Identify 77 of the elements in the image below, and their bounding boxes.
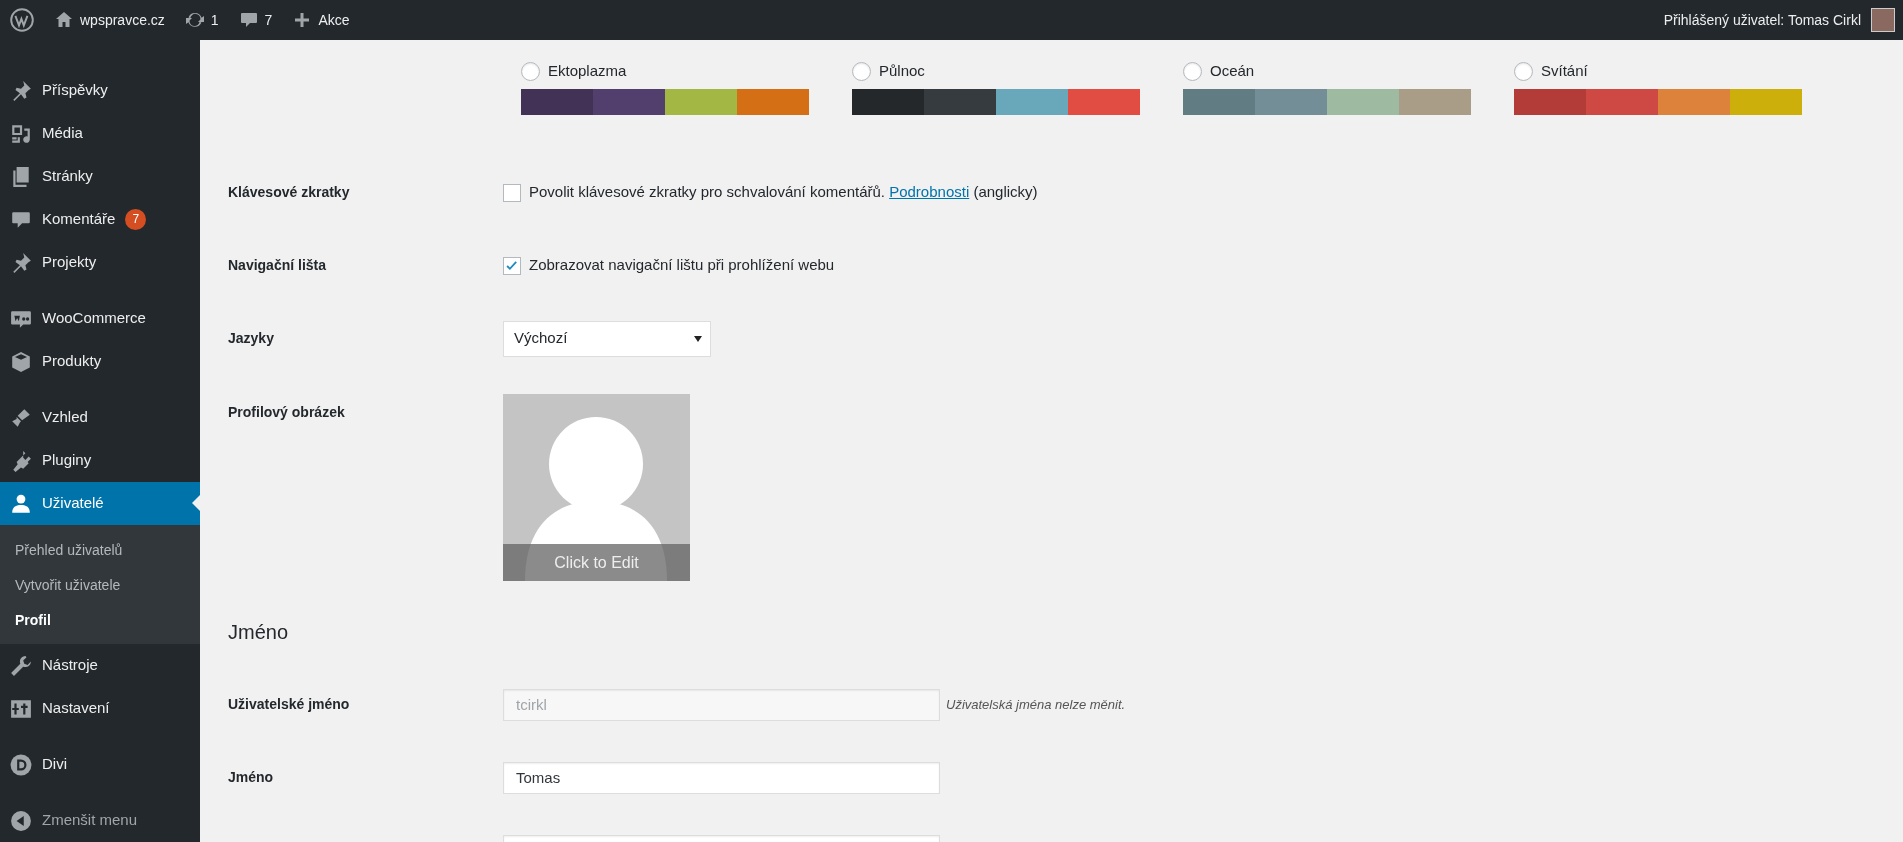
section-heading: Jméno — [228, 619, 289, 644]
sidebar-item[interactable]: Uživatelé — [0, 482, 200, 525]
color-swatch[interactable] — [1399, 88, 1471, 115]
scheme-name: Ektoplazma — [548, 61, 627, 81]
site-link[interactable]: wpspravce.cz — [44, 0, 175, 40]
field-label: Jméno — [228, 768, 275, 787]
language-select[interactable]: Výchozí — [503, 320, 711, 357]
color-swatch[interactable] — [1327, 88, 1399, 115]
sidebar-item[interactable]: Projekty — [0, 241, 200, 284]
color-swatch[interactable] — [1068, 88, 1140, 115]
sidebar-item[interactable]: Příspěvky — [0, 69, 200, 112]
radio-button[interactable] — [1514, 61, 1533, 81]
sidebar-item[interactable]: Produkty — [0, 340, 200, 383]
color-swatch[interactable] — [1183, 88, 1255, 115]
wordpress-logo-icon[interactable] — [10, 8, 34, 32]
color-swatch[interactable] — [1586, 88, 1658, 115]
d-logo-icon — [10, 753, 32, 776]
radio-button[interactable] — [852, 61, 871, 81]
color-swatch[interactable] — [1730, 88, 1802, 115]
color-swatch[interactable] — [1514, 88, 1586, 115]
color-swatch[interactable] — [521, 88, 593, 115]
sliders-icon — [10, 697, 32, 720]
color-swatch[interactable] — [924, 88, 996, 115]
checkbox[interactable] — [503, 183, 521, 202]
comment-icon — [238, 10, 259, 30]
submenu-item[interactable]: Vytvořit uživatele — [0, 568, 200, 603]
field-label: Uživatelské jméno — [228, 695, 351, 714]
submenu-item[interactable]: Přehled uživatelů — [0, 533, 200, 568]
field-label: Klávesové zkratky — [228, 183, 351, 202]
submenu-item[interactable]: Profil — [0, 603, 200, 638]
field-note: Uživatelská jména nelze měnit. — [946, 695, 1126, 714]
count-badge: 7 — [125, 209, 147, 230]
scheme-name: Svítání — [1541, 61, 1588, 81]
box-icon — [10, 350, 32, 373]
color-swatch[interactable] — [1255, 88, 1327, 115]
radio-button[interactable] — [521, 61, 540, 81]
sidebar-item[interactable]: WooCommerce — [0, 297, 200, 340]
sidebar-item[interactable]: Pluginy — [0, 439, 200, 482]
text-field[interactable]: Tomas — [503, 761, 940, 794]
sidebar-item[interactable]: Vzhled — [0, 396, 200, 439]
media-icon — [10, 122, 32, 145]
field-label: Jazyky — [228, 329, 275, 348]
updates-link[interactable]: 1 — [174, 0, 229, 40]
checkbox-label: Povolit klávesové zkratky pro schvalování komentářů. Podrobnosti (anglicky) — [529, 182, 1038, 203]
user-icon — [10, 492, 32, 515]
sidebar-item[interactable]: Média — [0, 112, 200, 155]
user-photo-placeholder — [1871, 8, 1895, 32]
refresh-icon — [184, 10, 205, 30]
sidebar-item[interactable]: Nastavení — [0, 687, 200, 730]
color-swatch[interactable] — [996, 88, 1068, 115]
sidebar-item[interactable]: Stránky — [0, 155, 200, 198]
color-swatch[interactable] — [1658, 88, 1730, 115]
brush-icon — [10, 406, 32, 429]
checkbox-label: Zobrazovat navigační lištu při prohlížení webu — [529, 255, 835, 276]
collapse-menu-button[interactable]: Zmenšit menu — [0, 799, 200, 842]
color-swatch[interactable] — [593, 88, 665, 115]
scheme-name: Půlnoc — [879, 61, 925, 81]
sidebar-item[interactable]: Nástroje — [0, 644, 200, 687]
scheme-name: Oceán — [1210, 61, 1255, 81]
sidebar-item[interactable]: Komentáře 7 — [0, 198, 200, 241]
comments-link[interactable]: 7 — [228, 0, 283, 40]
account-link[interactable]: Přihlášený uživatel: Tomas Cirkl — [1653, 0, 1903, 40]
color-swatch[interactable] — [665, 88, 737, 115]
wrench-icon — [10, 654, 32, 677]
color-swatch[interactable] — [737, 88, 809, 115]
caret-icon — [694, 335, 702, 342]
field-label: Profilový obrázek — [228, 402, 346, 422]
new-content-link[interactable]: Akce — [282, 0, 360, 40]
sidebar-item[interactable]: Divi — [0, 743, 200, 786]
home-icon — [54, 10, 74, 30]
color-swatch[interactable] — [852, 88, 924, 115]
details-link[interactable]: Podrobnosti — [889, 183, 970, 201]
checkmark-icon — [505, 258, 519, 273]
pages-icon — [10, 165, 32, 188]
radio-button[interactable] — [1183, 61, 1202, 81]
field-label: Navigační lišta — [228, 256, 328, 275]
checkbox[interactable] — [503, 256, 521, 275]
